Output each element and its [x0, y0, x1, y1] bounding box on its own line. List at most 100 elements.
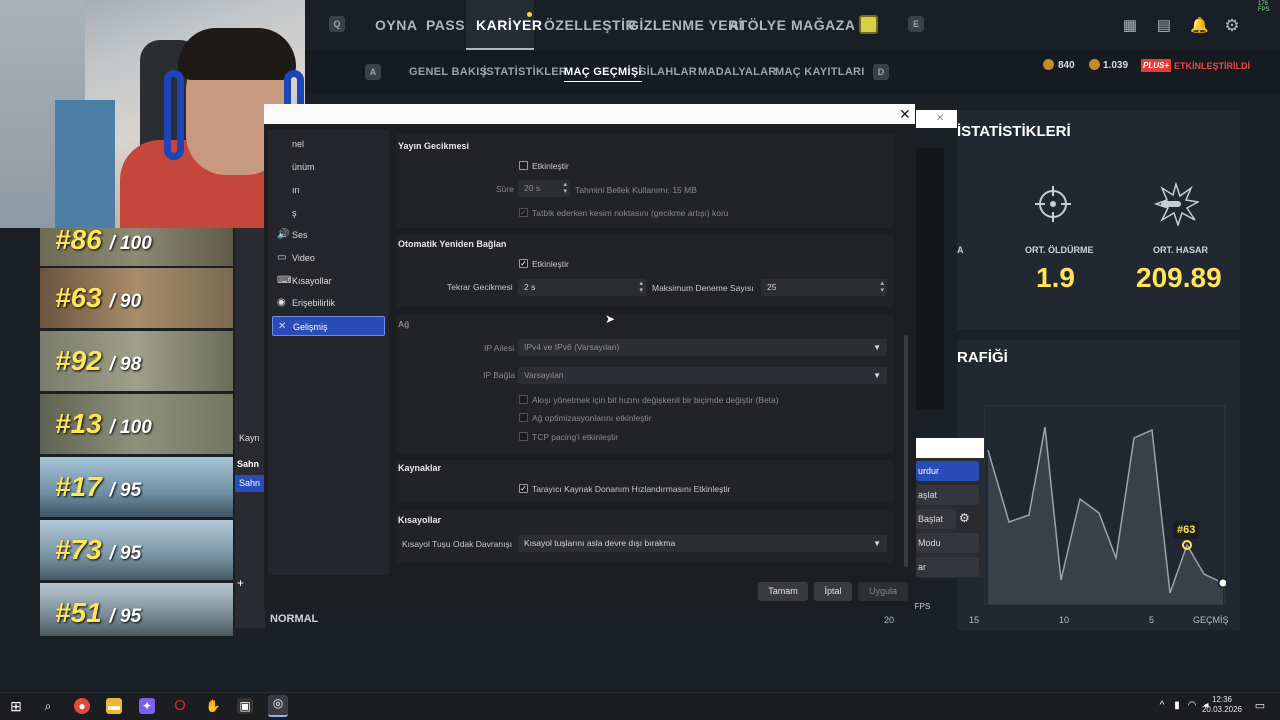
cancel-button[interactable]: İptal — [814, 582, 852, 601]
list-item[interactable]: #86 / 100 — [40, 228, 233, 266]
microphone-icon[interactable]: ▮ — [1169, 698, 1185, 714]
nav-item-pass[interactable]: PASS — [426, 17, 465, 33]
browser-hw-accel-checkbox[interactable]: ✓ — [519, 484, 528, 493]
sidebar-item-video[interactable]: ▭ Video — [272, 248, 385, 268]
max-retries-value: 25 — [767, 282, 777, 292]
coin-icon — [1043, 59, 1054, 70]
nav-item-customize[interactable]: ÖZELLEŞTİR — [544, 17, 636, 33]
fps-counter: 176 FPS — [1258, 1, 1270, 13]
app-icon[interactable]: ✦ — [139, 698, 155, 714]
chrome-icon[interactable]: ● — [74, 698, 90, 714]
obs-start-record-button[interactable]: Başlat — [916, 509, 956, 529]
subnav-match-records[interactable]: MAÇ KAYITLARI — [775, 66, 865, 78]
list-item[interactable]: #51 / 95 — [40, 583, 233, 636]
ip-bind-select[interactable]: Varsayılan ▼ — [518, 367, 887, 384]
list-item[interactable]: #63 / 90 — [40, 268, 233, 328]
close-icon[interactable]: ✕ — [899, 107, 911, 121]
nav-item-play[interactable]: OYNA — [375, 17, 417, 33]
hotkey-focus-select[interactable]: Kısayol tuşlarını asla devre dışı bırakm… — [518, 535, 887, 552]
obs-dock-left — [235, 228, 265, 628]
windows-start-icon[interactable]: ⊞ — [8, 698, 24, 714]
sidebar-item-output[interactable]: ş — [272, 203, 385, 223]
placement-graph — [984, 405, 1226, 605]
bell-icon[interactable]: 🔔 — [1190, 18, 1209, 34]
chevron-up-icon[interactable]: ^ — [1154, 698, 1170, 714]
close-icon[interactable]: ✕ — [936, 113, 944, 124]
list-item[interactable]: #13 / 100 — [40, 394, 233, 454]
max-retries-spinbox[interactable]: 25 ▴ ▾ — [761, 279, 887, 296]
sidebar-item-label: Video — [292, 253, 315, 263]
obs-stop-button[interactable]: urdur — [916, 461, 979, 481]
network-optimizations-checkbox[interactable] — [519, 413, 528, 422]
nav-item-hideout[interactable]: GİZLENME YERİ — [628, 17, 743, 33]
gear-icon[interactable]: ⚙ — [1224, 17, 1240, 34]
apply-button[interactable]: Uygula — [858, 582, 908, 601]
subnav-weapons[interactable]: SİLAHLAR — [639, 66, 697, 78]
nav-item-workshop[interactable]: ATÖLYE — [729, 17, 786, 33]
ok-button[interactable]: Tamam — [758, 582, 808, 601]
obs-studio-mode-button[interactable]: Modu — [916, 533, 979, 553]
dynamic-bitrate-checkbox[interactable] — [519, 395, 528, 404]
sidebar-item-audio[interactable]: 🔊 Ses — [272, 225, 385, 245]
network-title: Ağ — [398, 319, 410, 329]
sidebar-item-general[interactable]: nel — [272, 134, 385, 154]
stream-delay-enable-checkbox[interactable] — [519, 161, 528, 170]
spin-arrows-icon[interactable]: ▴ ▾ — [639, 280, 643, 294]
gear-icon[interactable]: ⚙ — [959, 511, 970, 525]
spin-arrows-icon[interactable]: ▴ ▾ — [563, 181, 567, 195]
sidebar-item-accessibility[interactable]: ◉ Erişebilirlik — [272, 293, 385, 313]
bp-icon — [1089, 59, 1100, 70]
sidebar-item-label: Gelişmiş — [293, 322, 328, 332]
subnav-key-right: D — [873, 64, 889, 80]
list-item[interactable]: #17 / 95 — [40, 457, 233, 517]
bullet-impact-icon — [1153, 181, 1201, 228]
obs-scene-item[interactable]: Sahn — [237, 459, 259, 469]
duration-spinbox[interactable]: 20 s ▴ ▾ — [518, 180, 570, 197]
subnav-statistics[interactable]: İSTATİSTİKLER — [483, 66, 567, 78]
match-rank: #86 — [55, 228, 102, 255]
nav-item-career[interactable]: KARİYER — [476, 17, 543, 33]
subnav-medals[interactable]: MADALYALAR — [698, 66, 777, 78]
stat-damage-value: 209.89 — [1136, 262, 1222, 293]
preserve-cutoff-checkbox[interactable]: ✓ — [519, 208, 528, 217]
reconnect-enable-checkbox[interactable]: ✓ — [519, 259, 528, 268]
opera-icon[interactable]: O — [172, 698, 188, 714]
spin-arrows-icon[interactable]: ▴ ▾ — [880, 280, 884, 294]
subnav-overview[interactable]: GENEL BAKIŞ — [409, 66, 487, 78]
network-group — [396, 315, 894, 453]
calendar-icon[interactable]: ▦ — [1122, 18, 1138, 34]
app-icon[interactable]: ✋ — [205, 698, 221, 714]
obs-start-button[interactable]: aşlat — [916, 485, 979, 505]
file-explorer-icon[interactable]: ▬ — [106, 698, 122, 714]
reconnect-enable-label: Etkinleştir — [532, 259, 569, 269]
store-badge-icon[interactable] — [859, 15, 878, 34]
list-item[interactable]: #73 / 95 — [40, 520, 233, 580]
add-scene-button[interactable]: + — [237, 576, 244, 590]
sidebar-item-hotkeys[interactable]: ⌨ Kısayollar — [272, 271, 385, 291]
sidebar-item-label: ın — [292, 185, 300, 195]
chevron-down-icon: ▼ — [873, 539, 881, 548]
currency-coins: 840 — [1058, 60, 1075, 71]
sidebar-item-advanced[interactable]: ✕ Gelişmiş — [272, 316, 385, 336]
obs-scenes-label: Kayn — [239, 433, 260, 443]
notification-icon[interactable]: ▭ — [1252, 698, 1268, 714]
obs-exit-button[interactable]: ar — [916, 557, 979, 577]
sidebar-item-stream[interactable]: ın — [272, 180, 385, 200]
ip-family-select[interactable]: IPv4 ve IPv6 (Varsayılan) ▼ — [518, 339, 887, 356]
network-optimizations-label: Ağ optimizasyonlarını etkinleştir — [532, 413, 652, 423]
tcp-pacing-checkbox[interactable] — [519, 432, 528, 441]
obs-scene-item-selected[interactable]: Sahn — [235, 475, 265, 492]
scrollbar-thumb[interactable] — [904, 335, 908, 567]
subnav-match-history[interactable]: MAÇ GEÇMİŞİ — [564, 66, 642, 82]
nav-item-store[interactable]: MAĞAZA — [791, 17, 855, 33]
retry-delay-spinbox[interactable]: 2 s ▴ ▾ — [518, 279, 646, 296]
clipboard-icon[interactable]: ▤ — [1156, 18, 1172, 34]
taskbar-clock[interactable]: 12:36 20.03.2026 — [1201, 695, 1243, 715]
app-icon[interactable]: ▣ — [237, 698, 253, 714]
graph-xtick: 10 — [1059, 615, 1070, 625]
search-icon[interactable]: ⌕ — [40, 698, 56, 714]
sidebar-item-appearance[interactable]: ünüm — [272, 157, 385, 177]
obs-taskbar-icon[interactable]: ◎ — [268, 695, 288, 717]
list-item[interactable]: #92 / 98 — [40, 331, 233, 391]
sidebar-item-label: ünüm — [292, 162, 315, 172]
